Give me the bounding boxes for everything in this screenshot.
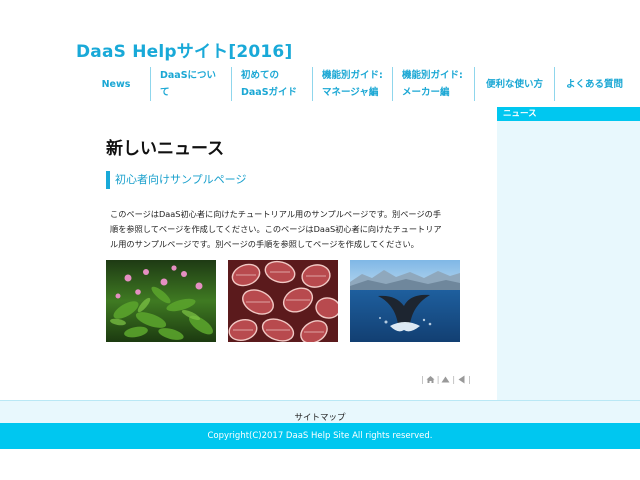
body-line: ル用のサンプルページです。別ページの手順を参照してページを作成してください。 — [110, 239, 419, 249]
nav-item-manager-guide[interactable]: 機能別ガイド: マネージャ編 — [312, 67, 392, 101]
nav-item-label: DaaSについ — [160, 70, 217, 81]
nav-item-first-guide[interactable]: 初めての DaaSガイド — [231, 67, 312, 101]
body-line: このページはDaaS初心者に向けたチュートリアル用のサンプルページです。別ページ… — [110, 209, 442, 219]
sitemap-link[interactable]: サイトマップ — [0, 411, 640, 423]
nav-item-label: 機能別ガイド: — [402, 70, 463, 81]
nav-item-label: DaaSガイド — [241, 87, 298, 98]
nav-item-news[interactable]: News — [82, 67, 150, 101]
section-heading: 初心者向けサンプルページ — [106, 171, 246, 189]
up-arrow-icon[interactable] — [441, 375, 450, 384]
body-paragraph: このページはDaaS初心者に向けたチュートリアル用のサンプルページです。別ページ… — [110, 207, 460, 252]
nav-item-label: マネージャ編 — [322, 87, 379, 98]
site-title[interactable]: DaaS Helpサイト[2016] — [76, 37, 292, 62]
nav-item-label: メーカー編 — [402, 87, 450, 98]
page-title: 新しいニュース — [106, 139, 225, 159]
home-icon[interactable] — [426, 375, 435, 384]
nav-item-label: 初めての — [241, 70, 280, 81]
sidebar-heading: ニュース — [497, 107, 640, 121]
sidebar: ニュース — [497, 107, 640, 400]
nav-item-useful-tips[interactable]: 便利な使い方 — [474, 67, 554, 101]
nav-item-label: News — [101, 78, 131, 90]
flowers-photo — [106, 260, 216, 342]
copyright: Copyright(C)2017 DaaS Help Site All righ… — [0, 423, 640, 449]
global-nav: News DaaSについ て 初めての DaaSガイド 機能別ガイド: マネージ… — [82, 67, 634, 101]
nav-item-label: 機能別ガイド: — [322, 70, 383, 81]
nav-item-faq[interactable]: よくある質問 — [554, 67, 634, 101]
red-leaves-photo — [228, 260, 338, 342]
body-line: 順を参照してページを作成してください。このページはDaaS初心者に向けたチュート… — [110, 224, 442, 234]
nav-item-maker-guide[interactable]: 機能別ガイド: メーカー編 — [392, 67, 474, 101]
pager: | | | | — [421, 374, 471, 384]
whale-tail-photo — [350, 260, 460, 342]
nav-item-label: て — [160, 87, 170, 98]
nav-item-label: よくある質問 — [565, 78, 623, 90]
nav-item-label: 便利な使い方 — [485, 78, 543, 90]
back-arrow-icon[interactable] — [457, 375, 466, 384]
nav-item-about-daas[interactable]: DaaSについ て — [150, 67, 231, 101]
